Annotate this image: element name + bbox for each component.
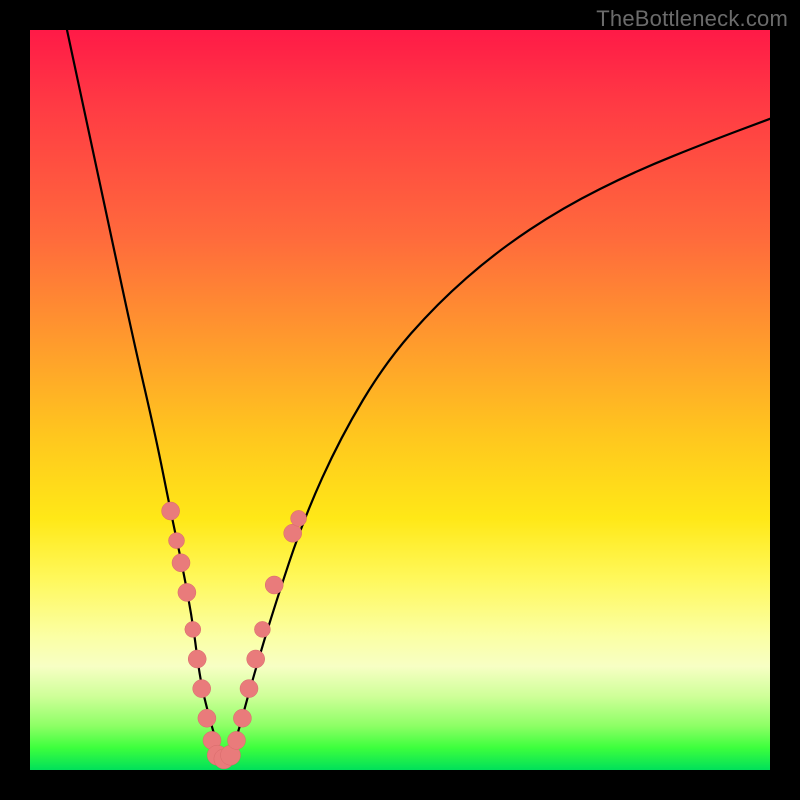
chart-overlay (30, 30, 770, 770)
sample-dot (188, 650, 206, 668)
bottleneck-curve (67, 30, 770, 755)
sample-dots-group (162, 502, 307, 769)
sample-dot (291, 510, 307, 526)
sample-dot (265, 576, 283, 594)
sample-dot (254, 621, 270, 637)
sample-dot (233, 709, 251, 727)
sample-dot (198, 709, 216, 727)
sample-dot (185, 621, 201, 637)
sample-dot (240, 680, 258, 698)
sample-dot (162, 502, 180, 520)
sample-dot (247, 650, 265, 668)
sample-dot (284, 524, 302, 542)
sample-dot (193, 680, 211, 698)
sample-dot (228, 731, 246, 749)
sample-dot (169, 533, 185, 549)
sample-dot (178, 583, 196, 601)
outer-frame: TheBottleneck.com (0, 0, 800, 800)
sample-dot (172, 554, 190, 572)
watermark-text: TheBottleneck.com (596, 6, 788, 32)
plot-area (30, 30, 770, 770)
